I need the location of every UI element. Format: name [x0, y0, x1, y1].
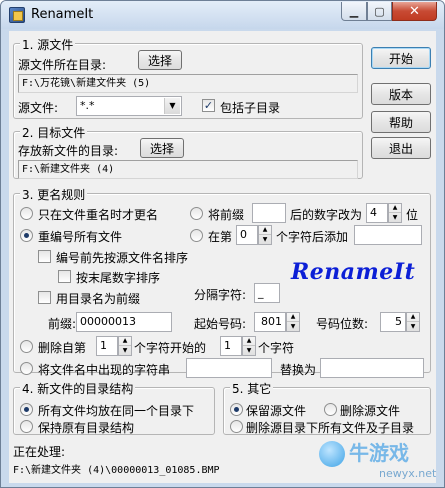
start-number-spinner[interactable]: ▲ ▼ — [286, 312, 300, 332]
watermark-url: newyx.net — [379, 467, 437, 480]
radio-insert-at[interactable] — [190, 229, 203, 242]
prefix-digits-unit: 位 — [406, 208, 419, 222]
minimize-button[interactable]: ▁ — [341, 2, 367, 21]
sort-by-ext-checkbox[interactable] — [58, 270, 71, 283]
radio-keep-source[interactable] — [230, 403, 243, 416]
keep-structure-label: 保持原有目录结构 — [38, 421, 135, 435]
insert-at-label: 在第 — [208, 230, 233, 244]
prefix-label: 前缀: — [48, 317, 77, 331]
status-label: 正在处理: — [13, 445, 66, 459]
radio-same-dir[interactable] — [20, 403, 33, 416]
radio-delete-from[interactable] — [20, 340, 33, 353]
delete-count-spinner[interactable]: ▲ ▼ — [242, 336, 256, 356]
separator-label: 分隔字符: — [194, 288, 247, 302]
app-window: RenameIt ▁ ▢ ✕ 1. 源文件 源文件所在目录: 选择 F:\万花镜… — [0, 0, 445, 488]
digit-count-input[interactable]: 5 — [380, 312, 406, 332]
target-legend: 2. 目标文件 — [20, 124, 88, 141]
radio-replace[interactable] — [20, 362, 33, 375]
digit-count-label: 号码位数: — [316, 317, 369, 331]
help-button[interactable]: 帮助 — [371, 111, 431, 133]
only-duplicates-label: 只在文件重名时才更名 — [38, 208, 159, 222]
status-path: F:\新建文件夹 (4)\00000013_01085.BMP — [13, 465, 220, 476]
dir-prefix-checkbox[interactable] — [38, 291, 51, 304]
close-button[interactable]: ✕ — [392, 2, 437, 21]
replace-with-label: 替换为 — [280, 363, 317, 377]
source-group: 1. 源文件 源文件所在目录: 选择 F:\万花镜\新建文件夹 (5) 源文件:… — [13, 36, 363, 119]
other-legend: 5. 其它 — [230, 380, 274, 397]
keep-source-label: 保留源文件 — [246, 404, 307, 418]
delete-unit-label: 个字符 — [258, 341, 295, 355]
rules-legend: 3. 更名规则 — [20, 186, 88, 203]
delete-from-input[interactable]: 1 — [96, 336, 118, 356]
watermark: 牛游戏 newyx.net — [319, 437, 439, 487]
target-dir-path: F:\新建文件夹 (4) — [18, 160, 358, 179]
maximize-button[interactable]: ▢ — [367, 2, 392, 21]
client-area: 1. 源文件 源文件所在目录: 选择 F:\万花镜\新建文件夹 (5) 源文件:… — [9, 31, 436, 483]
window-title: RenameIt — [31, 7, 94, 22]
dir-prefix-label: 用目录名为前缀 — [56, 292, 141, 306]
delete-all-label: 删除源目录下所有文件及子目录 — [246, 421, 415, 435]
source-legend: 1. 源文件 — [20, 36, 76, 53]
delete-mid-label: 个字符开始的 — [134, 341, 207, 355]
sort-by-name-label: 编号前先按源文件名排序 — [56, 251, 189, 265]
version-button[interactable]: 版本 — [371, 83, 431, 105]
delete-count-input[interactable]: 1 — [220, 336, 242, 356]
radio-only-duplicates[interactable] — [20, 207, 33, 220]
radio-renumber-all[interactable] — [20, 229, 33, 242]
other-group: 5. 其它 保留源文件 删除源文件 删除源目录下所有文件及子目录 — [223, 380, 431, 435]
same-dir-label: 所有文件均放在同一个目录下 — [38, 404, 195, 418]
source-select-button[interactable]: 选择 — [138, 50, 182, 70]
app-icon — [9, 7, 25, 23]
sort-by-name-checkbox[interactable] — [38, 250, 51, 263]
radio-keep-structure[interactable] — [20, 420, 33, 433]
delete-from-spinner[interactable]: ▲ ▼ — [118, 336, 132, 356]
sort-by-ext-label: 按末尾数字排序 — [76, 271, 161, 285]
delete-source-label: 删除源文件 — [340, 404, 401, 418]
replace-find-input[interactable] — [186, 358, 272, 378]
replace-label: 将文件名中出现的字符串 — [38, 363, 171, 377]
dir-structure-legend: 4. 新文件的目录结构 — [20, 380, 136, 397]
source-dir-label: 源文件所在目录: — [18, 58, 107, 72]
replace-with-input[interactable] — [320, 358, 424, 378]
digit-count-spinner[interactable]: ▲ ▼ — [406, 312, 420, 332]
prefix-digits-label: 将前缀 — [208, 208, 245, 222]
prefix-digits-mid-label: 后的数字改为 — [290, 208, 363, 222]
delete-from-label: 删除自第 — [38, 341, 87, 355]
prefix-digits-input[interactable] — [252, 203, 286, 223]
source-dir-path: F:\万花镜\新建文件夹 (5) — [18, 74, 358, 93]
insert-after-label: 个字符后添加 — [276, 230, 349, 244]
source-file-combo[interactable]: *.* ▼ — [76, 96, 182, 116]
exit-button[interactable]: 退出 — [371, 137, 431, 159]
source-file-label: 源文件: — [18, 101, 59, 115]
insert-value-input[interactable] — [354, 225, 422, 245]
include-subdirs-label: 包括子目录 — [220, 101, 281, 115]
watermark-badge-icon — [319, 441, 345, 467]
insert-pos-spinner[interactable]: ▲ ▼ — [258, 225, 272, 245]
target-dir-label: 存放新文件的目录: — [18, 144, 119, 158]
include-subdirs-checkbox[interactable]: ✓ — [202, 99, 215, 112]
target-group: 2. 目标文件 存放新文件的目录: 选择 F:\新建文件夹 (4) — [13, 124, 363, 179]
title-bar[interactable]: RenameIt ▁ ▢ ✕ — [1, 1, 444, 29]
start-number-input[interactable]: 801 — [254, 312, 286, 332]
radio-delete-source[interactable] — [324, 403, 337, 416]
start-button[interactable]: 开始 — [371, 47, 431, 69]
renumber-all-label: 重编号所有文件 — [38, 230, 123, 244]
prefix-input[interactable]: 00000013 — [76, 312, 172, 332]
radio-prefix-digits[interactable] — [190, 207, 203, 220]
dir-structure-group: 4. 新文件的目录结构 所有文件均放在同一个目录下 保持原有目录结构 — [13, 380, 215, 435]
watermark-brand: 牛游戏 — [349, 441, 409, 465]
source-file-pattern: *.* — [80, 99, 95, 112]
target-select-button[interactable]: 选择 — [140, 138, 184, 158]
insert-pos-input[interactable]: 0 — [236, 225, 258, 245]
prefix-digits-spinner[interactable]: ▲ ▼ — [388, 203, 402, 223]
renameit-logo: RenameIt — [291, 259, 416, 285]
chevron-down-icon[interactable]: ▼ — [164, 98, 180, 114]
prefix-digits-count-input[interactable]: 4 — [366, 203, 388, 223]
radio-delete-all[interactable] — [230, 420, 243, 433]
start-number-label: 起始号码: — [194, 317, 247, 331]
separator-input[interactable]: _ — [254, 283, 280, 303]
